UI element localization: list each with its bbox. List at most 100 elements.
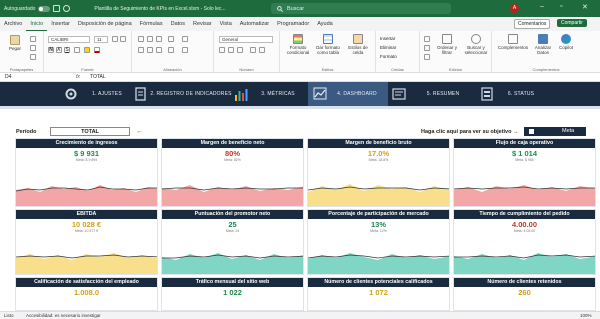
kpi-target: Meta: 18.8% xyxy=(368,158,389,162)
bold-icon[interactable]: N xyxy=(48,47,54,53)
number-format-select[interactable]: General xyxy=(219,36,273,43)
name-box[interactable]: D4 xyxy=(3,74,41,81)
format-painter-icon[interactable] xyxy=(30,54,36,60)
align-left-icon[interactable] xyxy=(138,47,144,53)
underline-icon[interactable]: S xyxy=(64,47,70,53)
cell-styles-button[interactable]: Estilos de celda xyxy=(344,34,372,55)
menu-insertar[interactable]: Insertar xyxy=(47,17,74,31)
analyze-data-icon xyxy=(538,34,548,44)
kpi-card[interactable]: Número de clientes retenidos 260 xyxy=(453,277,596,311)
grow-font-icon[interactable] xyxy=(112,36,118,42)
menu-vista[interactable]: Vista xyxy=(216,17,236,31)
kpi-card[interactable]: Número de clientes potenciales calificad… xyxy=(307,277,450,311)
shrink-font-icon[interactable] xyxy=(120,36,126,42)
kpi-card[interactable]: Margen de beneficio bruto 17.0% Meta: 18… xyxy=(307,138,450,207)
nav-tab-ajustes[interactable]: 1. AJUSTES xyxy=(82,82,132,106)
copy-icon[interactable] xyxy=(30,45,36,51)
menu-programador[interactable]: Programador xyxy=(273,17,313,31)
summary-icon xyxy=(392,88,406,100)
comments-button[interactable]: Comentarios xyxy=(514,19,551,29)
minimize-icon[interactable]: – xyxy=(540,3,544,10)
close-icon[interactable]: ✕ xyxy=(582,3,588,11)
borders-icon[interactable] xyxy=(74,47,80,53)
italic-icon[interactable]: K xyxy=(56,47,62,53)
orientation-icon[interactable] xyxy=(168,36,174,42)
align-bottom-icon[interactable] xyxy=(156,36,162,42)
conditional-format-button[interactable]: Formato condicional xyxy=(284,34,312,55)
kpi-card[interactable]: Flujo de caja operativo $ 1 014 Meta: $ … xyxy=(453,138,596,207)
kpi-title: Crecimiento de ingresos xyxy=(16,139,157,148)
delete-cells-button[interactable]: Eliminar xyxy=(380,45,396,50)
kpi-card[interactable]: Tráfico mensual del sitio web 1 022 xyxy=(161,277,304,311)
analyze-data-label: Analizar Datos xyxy=(534,45,552,55)
indent-icon[interactable] xyxy=(168,47,174,53)
meta-toggle[interactable]: Meta xyxy=(524,127,586,136)
view-target-link[interactable]: Haga clic aquí para ver su objetivo → xyxy=(421,129,519,135)
find-select-button[interactable]: Buscar y seleccionar xyxy=(462,34,490,55)
kpi-card[interactable]: Calificación de satisfacción del emplead… xyxy=(15,277,158,311)
menu-disposicion[interactable]: Disposición de página xyxy=(74,17,136,31)
align-right-icon[interactable] xyxy=(156,47,162,53)
menu-revisar[interactable]: Revisar xyxy=(189,17,216,31)
font-size-select[interactable]: 11 xyxy=(94,36,108,43)
undo-icon[interactable] xyxy=(63,5,71,12)
nav-tab-dashboard[interactable]: 4. DASHBOARD xyxy=(308,82,388,106)
analyze-data-button[interactable]: Analizar Datos xyxy=(532,34,554,55)
paste-button[interactable]: Pegar xyxy=(6,35,24,51)
period-select[interactable]: TOTAL xyxy=(50,127,130,136)
share-button[interactable]: Compartir xyxy=(557,19,587,27)
format-table-button[interactable]: Dar formato como tabla xyxy=(314,34,342,55)
menu-datos[interactable]: Datos xyxy=(167,17,189,31)
kpi-card[interactable]: Crecimiento de ingresos $ 9 931 Meta: $ … xyxy=(15,138,158,207)
clear-icon[interactable] xyxy=(424,54,430,60)
kpi-card[interactable]: Porcentaje de participación de mercado 1… xyxy=(307,209,450,275)
thousands-icon[interactable] xyxy=(237,47,243,53)
nav-tab-status[interactable]: 6. STATUS xyxy=(496,82,546,106)
menu-inicio[interactable]: Inicio xyxy=(26,17,48,31)
format-cells-button[interactable]: Formato xyxy=(380,54,397,59)
group-cells: Insertar Eliminar Formato Celdas xyxy=(376,31,420,73)
menu-automatizar[interactable]: Automatizar xyxy=(236,17,273,31)
save-icon[interactable] xyxy=(53,5,61,12)
kpi-value: 25 xyxy=(228,220,237,229)
autosave-toggle[interactable] xyxy=(38,5,51,12)
font-color-icon[interactable] xyxy=(94,47,100,53)
meta-checkbox[interactable] xyxy=(529,129,534,134)
align-top-icon[interactable] xyxy=(138,36,144,42)
nav-tab-metricas[interactable]: 3. MÉTRICAS xyxy=(250,82,306,106)
kpi-card[interactable]: Puntuación del promotor neto 25 Meta: 24 xyxy=(161,209,304,275)
decrease-decimal-icon[interactable] xyxy=(259,47,265,53)
menu-archivo[interactable]: Archivo xyxy=(0,17,26,31)
sort-filter-button[interactable]: Ordenar y filtrar xyxy=(434,34,460,55)
merge-center-icon[interactable] xyxy=(182,47,188,53)
fill-color-icon[interactable] xyxy=(84,47,90,53)
formula-input[interactable]: TOTAL xyxy=(90,73,106,82)
nav-tab-registro[interactable]: 2. REGISTRO DE INDICADORES xyxy=(150,82,232,106)
insert-cells-button[interactable]: Insertar xyxy=(380,36,395,41)
group-label: Complementos xyxy=(532,67,560,72)
percent-icon[interactable] xyxy=(228,47,234,53)
align-center-icon[interactable] xyxy=(147,47,153,53)
wrap-text-icon[interactable] xyxy=(182,36,188,42)
accessibility-status[interactable]: Accesibilidad: es necesario investigar xyxy=(26,312,101,319)
autosum-icon[interactable] xyxy=(424,36,430,42)
fill-icon[interactable] xyxy=(424,45,430,51)
cut-icon[interactable] xyxy=(30,36,36,42)
search-box[interactable]: Buscar xyxy=(271,3,451,14)
avatar[interactable]: A xyxy=(510,4,519,13)
currency-icon[interactable] xyxy=(219,47,225,53)
addins-button[interactable]: Complementos xyxy=(496,34,530,50)
nav-tab-resumen[interactable]: 5. RESUMEN xyxy=(408,82,478,106)
menu-formulas[interactable]: Fórmulas xyxy=(136,17,167,31)
font-name-select[interactable]: CALIBRI xyxy=(48,36,90,43)
kpi-card[interactable]: Tiempo de cumplimiento del pedido 4.00.0… xyxy=(453,209,596,275)
zoom-level[interactable]: 100% xyxy=(580,312,592,319)
align-middle-icon[interactable] xyxy=(147,36,153,42)
menu-ayuda[interactable]: Ayuda xyxy=(313,17,337,31)
restore-icon[interactable]: ▫ xyxy=(560,3,562,10)
fx-icon[interactable]: fx xyxy=(76,73,80,82)
increase-decimal-icon[interactable] xyxy=(250,47,256,53)
copilot-button[interactable]: Copilot xyxy=(556,34,576,50)
kpi-card[interactable]: Margen de beneficio neto 80% Meta: 82% xyxy=(161,138,304,207)
kpi-card[interactable]: EBITDA 10 028 € Meta: 10 577 € xyxy=(15,209,158,275)
